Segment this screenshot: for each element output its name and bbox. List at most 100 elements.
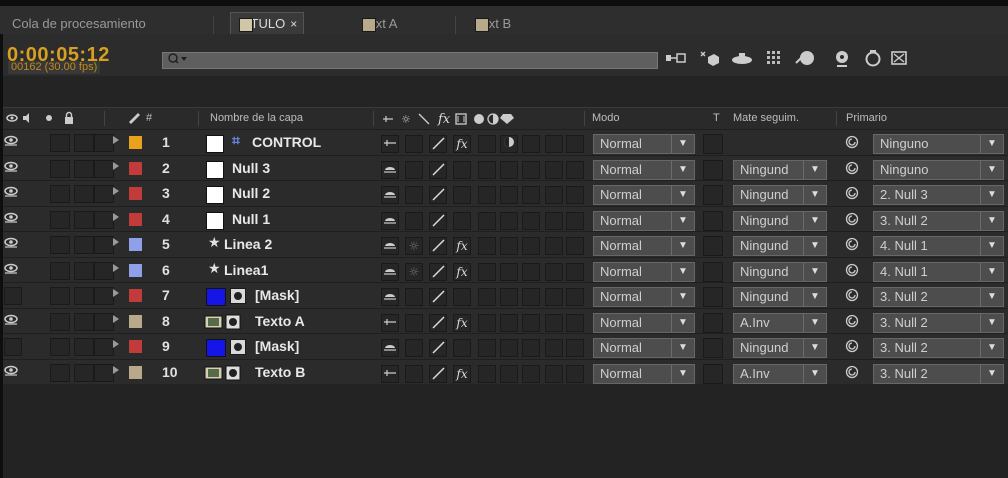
blend-mode-select[interactable]: Normal ▼ xyxy=(593,236,695,256)
layer-row[interactable]: 4 Null 1 Normal ▼ Ningund ▼ 3. Null 2 ▼ xyxy=(0,205,1008,232)
visibility-toggle[interactable] xyxy=(4,287,22,305)
layer-switch-box[interactable] xyxy=(74,134,94,152)
quality-switch[interactable] xyxy=(429,160,447,179)
layer-switch-box[interactable] xyxy=(478,364,496,383)
layer-switch-box[interactable] xyxy=(522,262,540,281)
layer-row[interactable]: 2 Null 3 Normal ▼ Ningund ▼ Ninguno ▼ xyxy=(0,154,1008,181)
expand-layer-triangle-icon[interactable] xyxy=(113,263,119,272)
blend-mode-select[interactable]: Normal ▼ xyxy=(593,261,695,282)
layer-name[interactable]: Texto B xyxy=(255,364,305,380)
track-matte-select[interactable]: Ningund ▼ xyxy=(733,287,827,307)
shy-switch[interactable] xyxy=(381,135,399,153)
label-color-swatch[interactable] xyxy=(129,340,142,353)
label-color-swatch[interactable] xyxy=(129,187,142,200)
layer-row[interactable]: 1 ⌗ CONTROL fx Normal ▼ Ninguno ▼ xyxy=(0,129,1008,155)
quality-switch[interactable] xyxy=(429,288,447,306)
blend-mode-select[interactable]: Normal ▼ xyxy=(593,338,695,358)
shy-switch[interactable] xyxy=(381,288,399,306)
collapse-switch[interactable] xyxy=(405,339,423,357)
shy-switch[interactable] xyxy=(381,339,399,357)
layer-switch-box[interactable] xyxy=(94,159,114,178)
visibility-eye-icon[interactable] xyxy=(4,211,18,225)
preserve-transparency-checkbox[interactable] xyxy=(703,287,723,307)
layer-switch-box[interactable] xyxy=(50,363,70,382)
layer-switch-box[interactable] xyxy=(74,312,94,331)
expand-layer-triangle-icon[interactable] xyxy=(113,340,119,348)
effects-switch[interactable] xyxy=(453,288,471,306)
preserve-transparency-checkbox[interactable] xyxy=(703,159,723,180)
layer-name[interactable]: Null 2 xyxy=(232,185,270,201)
layer-name[interactable]: Linea 2 xyxy=(224,236,272,252)
parent-select[interactable]: 4. Null 1 ▼ xyxy=(873,261,1004,282)
parent-pickwhip-icon[interactable] xyxy=(845,314,859,332)
quality-switch[interactable] xyxy=(429,364,447,383)
preserve-transparency-checkbox[interactable] xyxy=(703,338,723,358)
layer-switch-box[interactable] xyxy=(566,313,584,332)
layer-switch-box[interactable] xyxy=(500,364,518,383)
track-matte-select[interactable]: A.Inv ▼ xyxy=(733,312,827,333)
graph-editor-icon[interactable] xyxy=(830,46,854,70)
layer-row[interactable]: 7 [Mask] Normal ▼ Ningund ▼ 3. Null 2 ▼ xyxy=(0,282,1008,308)
expand-layer-triangle-icon[interactable] xyxy=(113,212,119,221)
layer-switch-box[interactable] xyxy=(50,338,70,356)
parent-select[interactable]: Ninguno ▼ xyxy=(873,134,1004,154)
collapse-switch[interactable]: ☼ xyxy=(405,237,423,255)
brainstorm-icon[interactable] xyxy=(888,46,912,70)
close-icon[interactable]: × xyxy=(290,17,297,31)
quality-switch[interactable] xyxy=(429,237,447,255)
preserve-transparency-checkbox[interactable] xyxy=(703,261,723,282)
track-matte-select[interactable]: Ningund ▼ xyxy=(733,210,827,231)
shy-switch[interactable] xyxy=(381,160,399,179)
layer-switch-box[interactable] xyxy=(478,186,496,204)
label-color-swatch[interactable] xyxy=(129,212,142,226)
layer-switch-box[interactable] xyxy=(94,185,114,203)
layer-switch-box[interactable] xyxy=(522,364,540,383)
effects-switch[interactable] xyxy=(453,339,471,357)
layer-switch-box[interactable] xyxy=(545,237,563,255)
layer-switch-box[interactable] xyxy=(50,287,70,305)
expand-layer-triangle-icon[interactable] xyxy=(113,314,119,323)
parent-select[interactable]: 3. Null 2 ▼ xyxy=(873,287,1004,307)
expand-layer-triangle-icon[interactable] xyxy=(113,136,119,144)
tab-render-queue[interactable]: Cola de procesamiento xyxy=(12,13,146,35)
effects-switch[interactable]: fx xyxy=(453,364,471,383)
collapse-switch[interactable] xyxy=(405,313,423,332)
layer-switch-box[interactable] xyxy=(545,313,563,332)
layer-switch-box[interactable] xyxy=(566,237,584,255)
parent-select[interactable]: 3. Null 2 ▼ xyxy=(873,312,1004,333)
visibility-toggle[interactable] xyxy=(4,338,22,356)
quality-switch[interactable] xyxy=(429,211,447,230)
expand-layer-triangle-icon[interactable] xyxy=(113,238,119,246)
layer-switch-box[interactable] xyxy=(566,160,584,179)
shy-switch[interactable] xyxy=(381,364,399,383)
collapse-switch[interactable]: ☼ xyxy=(405,262,423,281)
layer-switch-box[interactable] xyxy=(478,135,496,153)
layer-switch-box[interactable] xyxy=(74,261,94,280)
track-matte-select[interactable]: Ningund ▼ xyxy=(733,261,827,282)
preserve-transparency-checkbox[interactable] xyxy=(703,210,723,231)
collapse-switch[interactable] xyxy=(405,364,423,383)
layer-switch-box[interactable] xyxy=(94,210,114,229)
visibility-eye-icon[interactable] xyxy=(4,262,18,276)
quality-switch[interactable] xyxy=(429,313,447,332)
expand-layer-triangle-icon[interactable] xyxy=(113,187,119,195)
layer-switch-box[interactable] xyxy=(94,287,114,305)
layer-switch-box[interactable] xyxy=(50,159,70,178)
layer-switch-box[interactable] xyxy=(545,288,563,306)
layer-switch-box[interactable] xyxy=(500,288,518,306)
parent-pickwhip-icon[interactable] xyxy=(845,365,859,383)
preserve-transparency-checkbox[interactable] xyxy=(703,312,723,333)
label-color-swatch[interactable] xyxy=(129,136,142,149)
parent-select[interactable]: 3. Null 2 ▼ xyxy=(873,338,1004,358)
blend-mode-select[interactable]: Normal ▼ xyxy=(593,134,695,154)
layer-switch-box[interactable] xyxy=(478,339,496,357)
layer-switch-box[interactable] xyxy=(478,262,496,281)
collapse-switch[interactable] xyxy=(405,186,423,204)
parent-select[interactable]: 4. Null 1 ▼ xyxy=(873,236,1004,256)
shy-switch[interactable] xyxy=(381,186,399,204)
effects-switch[interactable]: fx xyxy=(453,313,471,332)
layer-switch-box[interactable] xyxy=(50,261,70,280)
tab-titulo[interactable]: TITULO × xyxy=(230,12,305,35)
parent-select[interactable]: 2. Null 3 ▼ xyxy=(873,185,1004,205)
shy-switch[interactable] xyxy=(381,211,399,230)
